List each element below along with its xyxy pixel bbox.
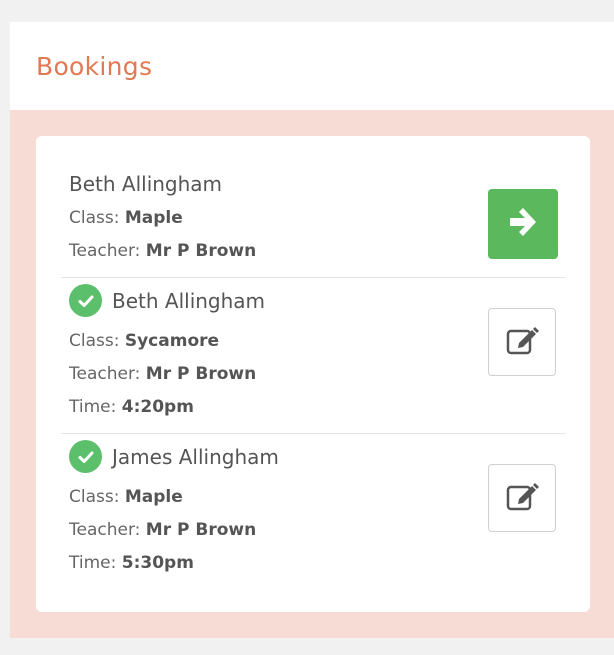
booking-name: Beth Allingham [69, 172, 223, 196]
time-label: Time: [69, 553, 117, 573]
teacher-label: Teacher: [69, 364, 141, 384]
class-value: Maple [124, 208, 183, 228]
booking-teacher: Teacher: Mr P Brown [69, 364, 256, 384]
teacher-label: Teacher: [69, 520, 141, 540]
bookings-panel: Bookings Beth Allingham Class: Maple Tea… [10, 22, 614, 638]
edit-button[interactable] [488, 464, 556, 532]
booking-class: Class: Sycamore [69, 331, 219, 351]
booking-name-row: Beth Allingham [69, 284, 265, 317]
panel-header: Bookings [10, 22, 614, 110]
teacher-label: Teacher: [69, 241, 141, 261]
time-value: 5:30pm [121, 553, 194, 573]
booking-name: Beth Allingham [112, 288, 266, 313]
edit-icon [505, 479, 539, 517]
class-value: Sycamore [124, 331, 220, 351]
teacher-value: Mr P Brown [145, 520, 257, 540]
check-circle-icon [69, 440, 102, 473]
booking-teacher: Teacher: Mr P Brown [69, 520, 256, 540]
class-label: Class: [69, 331, 120, 351]
time-value: 4:20pm [121, 397, 194, 417]
booking-class: Class: Maple [69, 208, 183, 228]
teacher-value: Mr P Brown [145, 364, 257, 384]
booking-name: James Allingham [112, 444, 279, 469]
booking-time: Time: 4:20pm [69, 397, 194, 417]
time-label: Time: [69, 397, 117, 417]
class-label: Class: [69, 487, 120, 507]
divider [61, 433, 565, 434]
edit-button[interactable] [488, 308, 556, 376]
edit-icon [505, 323, 539, 361]
booking-time: Time: 5:30pm [69, 553, 194, 573]
divider [61, 277, 565, 278]
booking-name-row: James Allingham [69, 440, 279, 473]
class-label: Class: [69, 208, 120, 228]
arrow-right-icon [505, 204, 541, 244]
go-button[interactable] [488, 189, 558, 259]
booking-teacher: Teacher: Mr P Brown [69, 241, 256, 261]
class-value: Maple [124, 487, 183, 507]
booking-name-row: Beth Allingham [69, 172, 222, 196]
booking-class: Class: Maple [69, 487, 183, 507]
teacher-value: Mr P Brown [145, 241, 257, 261]
check-circle-icon [69, 284, 102, 317]
bookings-card: Beth Allingham Class: Maple Teacher: Mr … [36, 136, 590, 612]
panel-title: Bookings [36, 52, 153, 81]
